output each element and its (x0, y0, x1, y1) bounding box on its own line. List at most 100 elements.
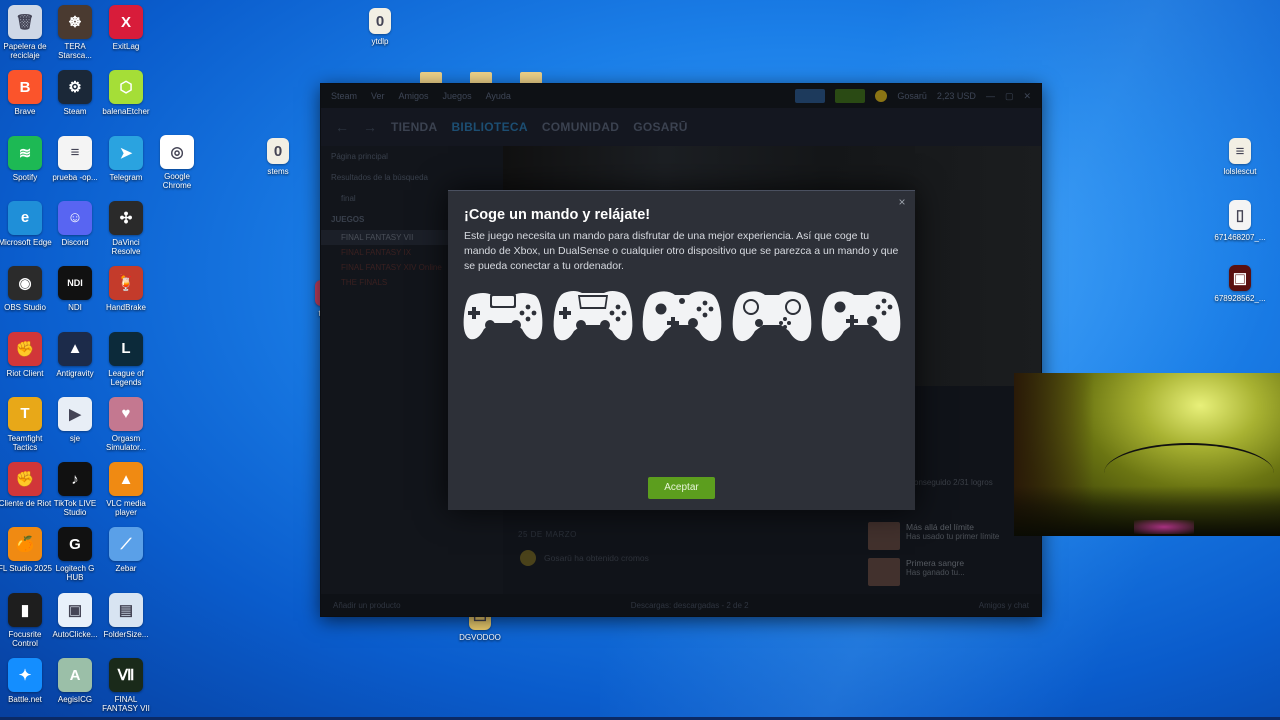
accept-button[interactable]: Aceptar (648, 477, 715, 499)
focusrite-icon: ▮ (8, 592, 42, 627)
desktop-icon[interactable]: ▶ sje (47, 396, 103, 443)
switch-pro-controller-icon (821, 291, 901, 342)
steam-menu-steam[interactable]: Steam (331, 91, 357, 101)
maximize-icon[interactable]: ▢ (1005, 91, 1014, 102)
vlc-icon: ▲ (109, 462, 143, 497)
minimize-icon[interactable]: — (986, 91, 995, 101)
desktop-icon-label: Antigravity (56, 368, 94, 378)
desktop-icon[interactable]: ◎ Google Chrome (149, 135, 205, 190)
desktop-icon[interactable]: 🍊 FL Studio 2025 (0, 527, 53, 573)
close-icon[interactable]: × (895, 195, 909, 209)
close-icon[interactable]: ✕ (1023, 91, 1031, 102)
steam-menu-view[interactable]: Ver (371, 91, 385, 101)
spotify-icon: ≋ (8, 135, 42, 170)
account-name[interactable]: Gosarū (897, 91, 927, 101)
sidebar-search-results[interactable]: Resultados de la búsqueda (321, 167, 503, 188)
announcements-button[interactable] (795, 89, 826, 103)
desktop-icon[interactable]: X ExitLag (98, 5, 154, 51)
logitech-icon: G (58, 527, 92, 562)
desktop-icon[interactable]: A AegisICG (47, 658, 103, 704)
tera-icon: ☸ (58, 5, 92, 39)
desktop-icon[interactable]: ☺ Discord (47, 200, 103, 247)
desktop-icon[interactable]: ◉ OBS Studio (0, 266, 53, 312)
downloads-status[interactable]: Descargas: descargadas - 2 de 2 (631, 601, 749, 610)
desktop-icon[interactable]: T Teamfight Tactics (0, 396, 53, 452)
desktop-icon[interactable]: e Microsoft Edge (0, 200, 53, 247)
sidebar-home[interactable]: Página principal (321, 146, 503, 167)
telegram-icon: ➤ (109, 135, 143, 170)
desktop-icon[interactable]: ▮ Focusrite Control (0, 592, 53, 648)
tab-store[interactable]: TIENDA (391, 120, 437, 134)
add-game-button[interactable]: Añadir un producto (333, 601, 401, 610)
desktop-icon[interactable]: ▣ 678928562_... (1212, 265, 1268, 303)
steam-controller-icon (732, 291, 811, 342)
desktop-icon[interactable]: 0 stems (250, 138, 306, 176)
desktop-icon-label: Focusrite Control (8, 629, 42, 648)
dualsense-controller-icon (553, 291, 632, 341)
desktop-icon-label: prueba -op... (52, 172, 98, 182)
desktop-icon[interactable]: ▯ 671468207_... (1212, 200, 1268, 242)
desktop-icon[interactable]: ⟋ Zebar (98, 527, 154, 573)
desktop-icon[interactable]: ✊ Riot Client (0, 331, 53, 378)
desktop-icon-label: VLC media player (106, 499, 146, 518)
desktop-icon[interactable]: ≋ Spotify (0, 135, 53, 182)
exitlag-icon: X (109, 5, 143, 39)
desktop-icon-label: OBS Studio (4, 303, 46, 313)
desktop-icon[interactable]: ⬡ balenaEtcher (98, 70, 154, 116)
desktop-icon[interactable]: Ⅶ FINAL FANTASY VII (98, 658, 154, 713)
desktop-icon-label: HandBrake (105, 303, 147, 313)
controller-required-dialog: × ¡Coge un mando y relájate! Este juego … (448, 190, 915, 510)
steam-icon: ⚙ (58, 70, 92, 105)
desktop-icon[interactable]: ☸ TERA Starsca... (47, 5, 103, 60)
achievement-thumbnail (868, 558, 900, 586)
back-arrow-icon[interactable]: ← (335, 119, 349, 135)
edge-icon: e (8, 200, 42, 235)
desktop-icon[interactable]: ▤ FolderSize... (98, 592, 154, 639)
tab-community[interactable]: COMUNIDAD (542, 120, 619, 134)
steam-menu-help[interactable]: Ayuda (486, 91, 511, 101)
tab-profile[interactable]: GOSARŪ (633, 120, 687, 134)
desktop-icon-label: stems (267, 167, 289, 176)
steam-footer: Añadir un producto Descargas: descargada… (321, 594, 1041, 616)
discord-icon: ☺ (58, 200, 92, 235)
desktop-icon[interactable]: ▣ AutoClicke... (47, 592, 103, 639)
desktop-icon[interactable]: ≡ lolslescut (1212, 138, 1268, 176)
davinci-icon: ✣ (109, 200, 143, 235)
activity-feed-item: Gosarū ha obtenido cromos (520, 550, 649, 566)
desktop-icon[interactable]: ♥ Orgasm Simulator... (98, 396, 154, 452)
account-avatar[interactable] (875, 90, 888, 102)
notifications-button[interactable] (835, 89, 866, 103)
desktop-icon[interactable]: B Brave (0, 70, 53, 116)
tft-icon: T (8, 396, 42, 431)
desktop-icon-label: FINAL FANTASY VII (102, 695, 150, 713)
desktop-icon[interactable]: ✊ Cliente de Riot (0, 462, 53, 508)
tab-library[interactable]: BIBLIOTECA (451, 120, 527, 134)
desktop-icon[interactable]: ✦ Battle.net (0, 658, 53, 704)
desktop-icon-label: NDI (68, 303, 82, 313)
desktop-icon[interactable]: ▲ Antigravity (47, 331, 103, 378)
steam-menu-friends[interactable]: Amigos (399, 91, 429, 101)
forward-arrow-icon[interactable]: → (363, 119, 377, 135)
desktop-icon[interactable]: ≡ prueba -op... (47, 135, 103, 182)
desktop-icon[interactable]: NDI NDI (47, 266, 103, 312)
achievements-progress: conseguido 2/31 logros (910, 478, 993, 487)
steam-menu-games[interactable]: Juegos (443, 91, 472, 101)
ff7-icon: Ⅶ (109, 658, 143, 692)
desktop-icon[interactable]: ➤ Telegram (98, 135, 154, 182)
desktop-icon[interactable]: ♪ TikTok LIVE Studio (47, 462, 103, 517)
desktop-icon[interactable]: G Logitech G HUB (47, 527, 103, 582)
desktop-icon[interactable]: ✣ DaVinci Resolve (98, 200, 154, 256)
desktop-icon[interactable]: L League of Legends (98, 331, 154, 387)
autoclicker-icon: ▣ (58, 592, 92, 627)
desktop-icon[interactable]: 🗑 Papelera de reciclaje (0, 5, 53, 60)
desktop-icon-label: AutoClicke... (52, 629, 98, 639)
desktop-icon[interactable]: ⚙ Steam (47, 70, 103, 116)
fl-studio-icon: 🍊 (8, 527, 42, 562)
friends-chat-button[interactable]: Amigos y chat (979, 601, 1029, 610)
desktop-icon[interactable]: 🍹 HandBrake (98, 266, 154, 312)
desktop-icon[interactable]: ▲ VLC media player (98, 462, 154, 517)
desktop-icon[interactable]: 0 ytdlp (352, 8, 408, 46)
ytdlp-icon: 0 (369, 8, 391, 34)
achievement-item: Más allá del límite Has usado tu primer l… (868, 522, 1018, 552)
image-file-icon: ▯ (1229, 200, 1251, 230)
